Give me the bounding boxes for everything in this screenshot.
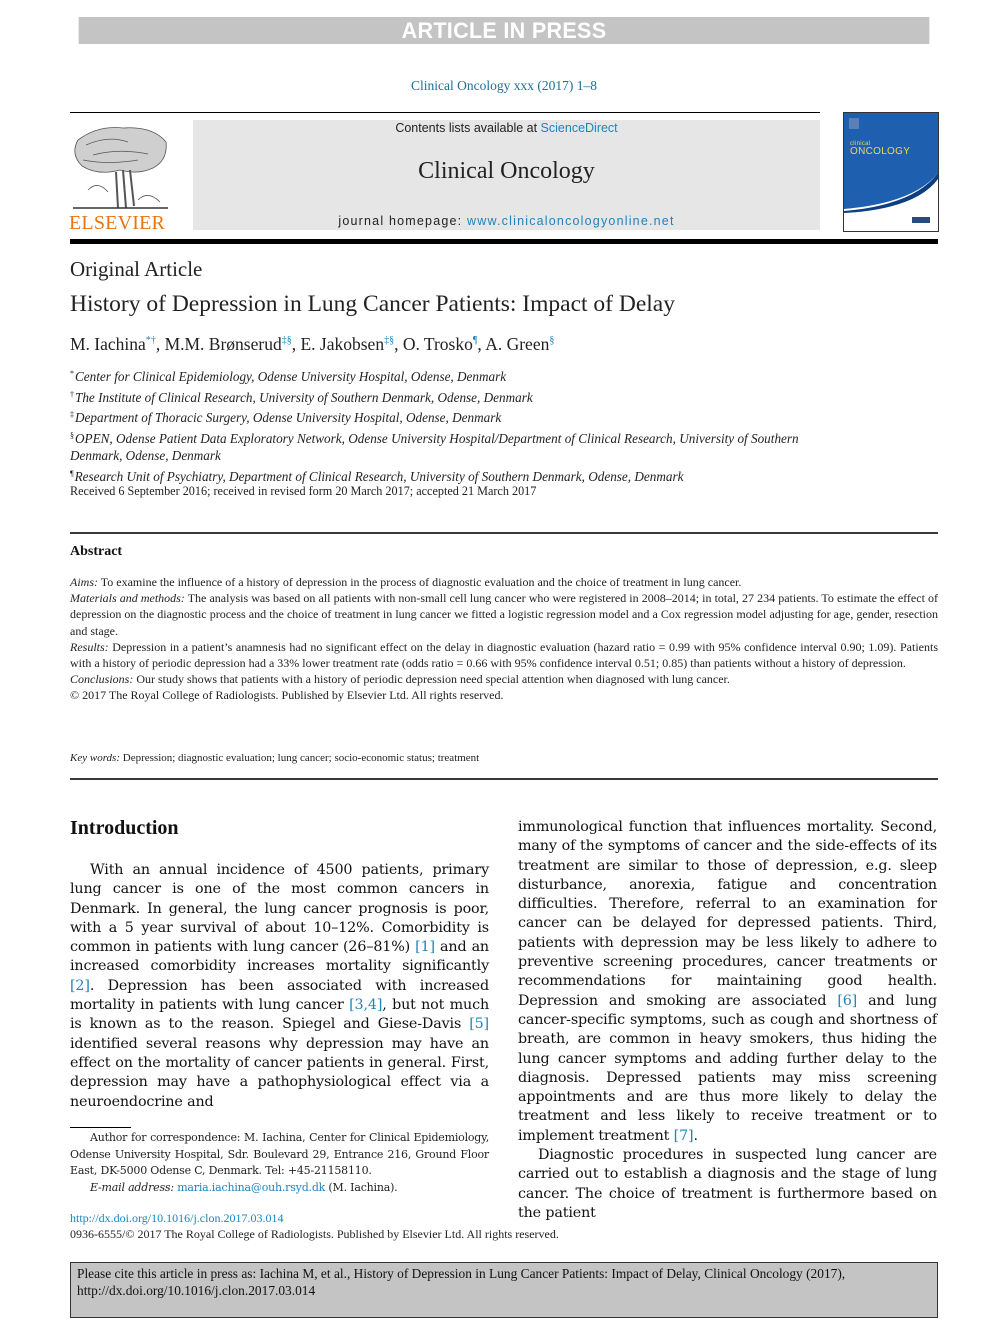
abstract-label: Materials and methods:	[70, 591, 185, 606]
elsevier-wordmark: ELSEVIER	[69, 212, 166, 234]
author[interactable]: M.M. Brønserud	[165, 334, 282, 354]
affiliation-text: OPEN, Odense Patient Data Exploratory Ne…	[70, 430, 799, 464]
email-link[interactable]: maria.iachina@ouh.rsyd.dk	[177, 1181, 325, 1194]
affiliation-text: Research Unit of Psychiatry, Department …	[74, 468, 684, 484]
cover-title-big: ONCOLOGY	[850, 146, 911, 157]
text: and lung cancer-specific symptoms, such …	[518, 992, 937, 1144]
affiliation: †The Institute of Clinical Research, Uni…	[70, 386, 830, 407]
abstract-heading: Abstract	[70, 544, 123, 559]
abstract-text: The analysis was based on all patients w…	[70, 591, 938, 638]
abstract-conclusions: Conclusions: Our study shows that patien…	[70, 671, 938, 687]
journal-reference-link[interactable]: Clinical Oncology xxx (2017) 1–8	[0, 78, 992, 94]
sciencedirect-link[interactable]: ScienceDirect	[541, 121, 618, 135]
affiliation-text: Department of Thoracic Surgery, Odense U…	[75, 410, 502, 425]
text: .	[693, 1127, 698, 1144]
affiliation: *Center for Clinical Epidemiology, Odens…	[70, 365, 830, 386]
homepage-prefix: journal homepage:	[338, 214, 467, 228]
issn-copyright: 0936-6555/© 2017 The Royal College of Ra…	[70, 1227, 559, 1241]
footnote-rule	[70, 1127, 131, 1128]
author[interactable]: M. Iachina	[70, 334, 146, 354]
keywords-text: Depression; diagnostic evaluation; lung …	[120, 752, 480, 764]
article-in-press-banner: ARTICLE IN PRESS	[78, 17, 930, 44]
keywords: Key words: Depression; diagnostic evalua…	[70, 752, 479, 764]
author-affiliation-marks[interactable]: ‡§	[384, 335, 394, 346]
affiliation-mark: †	[70, 389, 74, 399]
citation-link[interactable]: [3,4]	[349, 997, 382, 1013]
journal-homepage-line: journal homepage: www.clinicaloncologyon…	[193, 214, 820, 228]
abstract-text: Our study shows that patients with a his…	[133, 672, 730, 687]
abstract-results: Results: Depression in a patient’s anamn…	[70, 639, 938, 671]
abstract-top-rule	[70, 532, 938, 534]
affiliation-mark: *	[70, 369, 74, 378]
author-list: M. Iachina*†, M.M. Brønserud‡§, E. Jakob…	[70, 334, 554, 355]
affiliation: §OPEN, Odense Patient Data Exploratory N…	[70, 427, 830, 465]
author[interactable]: A. Green	[485, 334, 549, 354]
intro-paragraph: With an annual incidence of 4500 patient…	[70, 861, 489, 1112]
abstract-copyright: © 2017 The Royal College of Radiologists…	[70, 688, 504, 703]
affiliation-mark: §	[70, 430, 74, 440]
citation-link[interactable]: [2]	[70, 978, 90, 994]
affiliation: ‡Department of Thoracic Surgery, Odense …	[70, 406, 830, 427]
header-top-rule	[70, 112, 820, 113]
intro-right-column: immunological function that influences m…	[518, 818, 937, 1223]
author[interactable]: O. Trosko	[403, 334, 473, 354]
citation-link[interactable]: [5]	[469, 1016, 489, 1032]
abstract-methods: Materials and methods: The analysis was …	[70, 590, 938, 639]
email-suffix: (M. Iachina).	[325, 1180, 398, 1194]
doi-link[interactable]: http://dx.doi.org/10.1016/j.clon.2017.03…	[70, 1211, 283, 1226]
author[interactable]: E. Jakobsen	[300, 334, 384, 354]
received-dates: Received 6 September 2016; received in r…	[70, 484, 537, 498]
affiliation: ¶Research Unit of Psychiatry, Department…	[70, 465, 830, 486]
intro-left-column: With an annual incidence of 4500 patient…	[70, 861, 489, 1112]
author-affiliation-marks[interactable]: §	[549, 335, 554, 346]
introduction-heading: Introduction	[70, 817, 179, 839]
article-type: Original Article	[70, 257, 203, 281]
journal-homepage-link[interactable]: www.clinicaloncologyonline.net	[467, 214, 675, 228]
author-separator: ,	[155, 334, 165, 354]
citation-link[interactable]: [7]	[674, 1128, 694, 1144]
affiliation-text: The Institute of Clinical Research, Univ…	[75, 389, 533, 405]
abstract-text: Depression in a patient’s anamnesis had …	[70, 639, 938, 671]
abstract-label: Conclusions:	[70, 672, 134, 687]
abstract-text: To examine the influence of a history of…	[98, 575, 742, 589]
contents-prefix: Contents lists available at	[395, 121, 541, 135]
intro-paragraph: Diagnostic procedures in suspected lung …	[518, 1147, 937, 1221]
affiliation-mark: ¶	[70, 468, 74, 478]
affiliation-text: Center for Clinical Epidemiology, Odense…	[75, 369, 507, 384]
author-affiliation-marks[interactable]: *†	[146, 335, 156, 346]
abstract-label: Aims:	[70, 575, 98, 589]
cover-background-icon	[844, 113, 938, 223]
contents-available-line: Contents lists available at ScienceDirec…	[193, 121, 820, 135]
correspondence-footnote: Author for correspondence: M. Iachina, C…	[70, 1130, 489, 1196]
journal-name: Clinical Oncology	[418, 158, 595, 184]
text: identified several reasons why depressio…	[70, 1035, 489, 1110]
cite-text: Please cite this article in press as: Ia…	[77, 1266, 846, 1298]
citation-link[interactable]: [1]	[415, 939, 435, 955]
header-thick-rule	[70, 239, 938, 244]
text: immunological function that influences m…	[518, 819, 937, 1009]
intro-paragraph: immunological function that influences m…	[518, 818, 937, 1146]
abstract-aims: Aims: To examine the influence of a hist…	[70, 574, 938, 590]
email-label: E-mail address:	[90, 1180, 174, 1194]
affiliations: *Center for Clinical Epidemiology, Odens…	[70, 365, 830, 485]
abstract-body: Aims: To examine the influence of a hist…	[70, 574, 938, 704]
journal-cover-thumbnail: clinical ONCOLOGY	[843, 112, 939, 232]
abstract-bottom-rule	[70, 778, 938, 780]
author-separator: ,	[394, 334, 403, 354]
abstract-label: Results:	[70, 639, 109, 654]
keywords-label: Key words:	[70, 752, 121, 764]
article-title: History of Depression in Lung Cancer Pat…	[70, 291, 675, 317]
citation-link[interactable]: [6]	[837, 993, 857, 1009]
email-line: E-mail address: maria.iachina@ouh.rsyd.d…	[70, 1180, 489, 1197]
affiliation-mark: ‡	[70, 410, 74, 419]
cite-this-article-box: Please cite this article in press as: Ia…	[70, 1262, 938, 1318]
correspondence-text: Author for correspondence: M. Iachina, C…	[70, 1131, 489, 1177]
author-affiliation-marks[interactable]: ‡§	[282, 335, 292, 346]
